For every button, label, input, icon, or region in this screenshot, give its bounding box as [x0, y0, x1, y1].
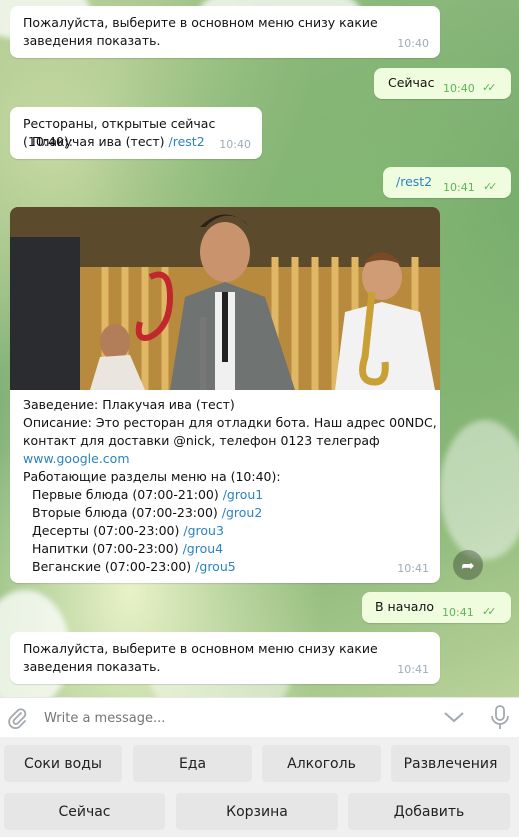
restaurant-photo[interactable] — [10, 207, 440, 390]
restaurant-card-message: Заведение: Плакучая ива (тест) Описание:… — [10, 207, 440, 583]
key-now[interactable]: Сейчас — [4, 793, 165, 830]
incoming-message: Пожалуйста, выберите в основном меню сни… — [10, 6, 440, 58]
message-time: 10:40 — [443, 82, 475, 95]
menu-section: Вторые блюда (07:00-23:00) /grou2 — [32, 504, 433, 522]
incoming-message: Рестораны, открытые сейчас (10:40): Плак… — [10, 107, 262, 159]
double-check-icon: ✓✓ — [483, 180, 498, 193]
grou2-link[interactable]: /grou2 — [222, 505, 263, 520]
key-food[interactable]: Еда — [133, 745, 252, 782]
bot-keyboard: Соки воды Еда Алкоголь Развлечения Сейча… — [0, 737, 519, 837]
message-time: 10:41 — [397, 562, 429, 575]
grou5-link[interactable]: /grou5 — [195, 559, 236, 574]
venue-name: Заведение: Плакучая ива (тест) — [23, 397, 235, 412]
key-alcohol[interactable]: Алкоголь — [262, 745, 381, 782]
restaurant-line: Плакучая ива (тест) /rest2 — [32, 133, 205, 151]
message-text: Пожалуйста, выберите в основном меню сни… — [23, 641, 378, 674]
menu-sections-header: Работающие разделы меню на (10:40): — [23, 469, 281, 484]
outgoing-message: Сейчас 10:40 ✓✓ — [374, 68, 511, 99]
key-entertainment[interactable]: Развлечения — [391, 745, 510, 782]
restaurant-name: Плакучая ива (тест) — [32, 134, 169, 149]
key-juices[interactable]: Соки воды — [4, 745, 122, 782]
chevron-down-icon[interactable] — [443, 710, 465, 724]
rest2-command-link[interactable]: /rest2 — [396, 173, 432, 191]
menu-section: Десерты (07:00-23:00) /grou3 — [32, 522, 433, 540]
message-time: 10:40 — [219, 138, 251, 151]
message-time: 10:41 — [397, 663, 429, 676]
double-check-icon: ✓✓ — [482, 605, 497, 618]
outgoing-message: /rest2 10:41 ✓✓ — [383, 167, 511, 198]
menu-section: Первые блюда (07:00-21:00) /grou1 — [32, 486, 433, 504]
venue-contact: контакт для доставки @nick, телефон 0123… — [23, 433, 380, 448]
message-text: Сейчас — [388, 75, 435, 90]
grou3-link[interactable]: /grou3 — [183, 523, 224, 538]
grou1-link[interactable]: /grou1 — [223, 487, 264, 502]
menu-section: Напитки (07:00-23:00) /grou4 — [32, 540, 433, 558]
section-label: Вторые блюда (07:00-23:00) — [32, 505, 222, 520]
incoming-message: Пожалуйста, выберите в основном меню сни… — [10, 632, 440, 684]
message-time: 10:40 — [397, 37, 429, 50]
message-input-bar — [0, 697, 519, 738]
message-time: 10:41 — [443, 181, 475, 194]
message-text: Пожалуйста, выберите в основном меню сни… — [23, 15, 378, 48]
paperclip-icon[interactable] — [7, 707, 27, 729]
menu-section: Веганские (07:00-23:00) /grou5 — [32, 558, 433, 576]
key-add[interactable]: Добавить — [348, 793, 510, 830]
section-label: Первые блюда (07:00-21:00) — [32, 487, 223, 502]
rest2-link[interactable]: /rest2 — [169, 134, 205, 149]
grou4-link[interactable]: /grou4 — [183, 541, 224, 556]
section-label: Напитки (07:00-23:00) — [32, 541, 183, 556]
microphone-icon[interactable] — [490, 705, 510, 731]
share-icon[interactable]: ➦ — [453, 550, 483, 580]
website-link[interactable]: www.google.com — [23, 450, 433, 468]
section-label: Десерты (07:00-23:00) — [32, 523, 184, 538]
key-cart[interactable]: Корзина — [176, 793, 338, 830]
section-label: Веганские (07:00-23:00) — [32, 559, 196, 574]
message-time: 10:41 — [442, 606, 474, 619]
double-check-icon: ✓✓ — [482, 81, 497, 94]
message-input[interactable] — [42, 707, 426, 729]
message-text: В начало — [375, 599, 435, 614]
venue-description: Описание: Это ресторан для отладки бота.… — [23, 415, 437, 430]
outgoing-message: В начало 10:41 ✓✓ — [362, 592, 511, 623]
